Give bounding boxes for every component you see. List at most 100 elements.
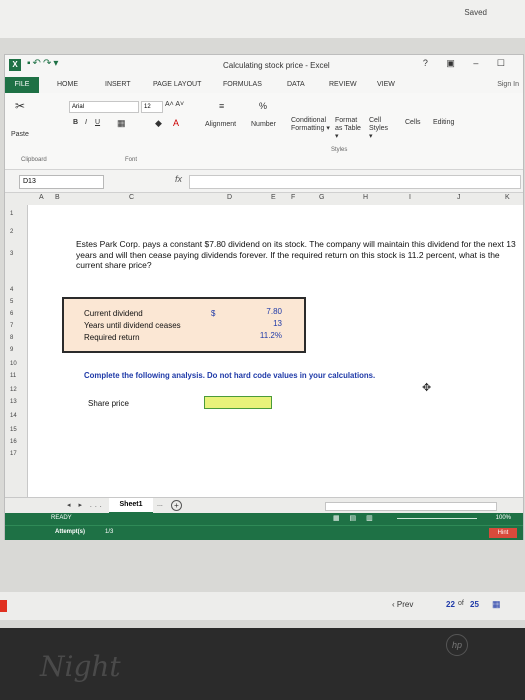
status-bar: READY ▦ ▤ ▥ 100%	[5, 513, 523, 525]
hp-logo: hp	[446, 634, 468, 656]
font-grow-shrink[interactable]: A˄ A˅	[165, 101, 184, 108]
input-value[interactable]: 7.80	[266, 307, 282, 316]
font-name-select[interactable]: Arial	[69, 101, 139, 113]
tab-page-layout[interactable]: PAGE LAYOUT	[153, 81, 201, 88]
editing-button[interactable]: Editing	[433, 119, 454, 126]
column-header[interactable]: K	[505, 194, 510, 201]
row-header[interactable]: 12	[10, 387, 17, 393]
format-as-table-button[interactable]: Format as Table ▾	[335, 117, 363, 141]
share-price-input-cell[interactable]	[204, 396, 272, 409]
quick-access-toolbar[interactable]: ▪↶↷▾	[27, 58, 60, 69]
row-header[interactable]: 17	[10, 451, 17, 457]
font-color-icon[interactable]: A	[173, 118, 179, 128]
column-header[interactable]: D	[227, 194, 232, 201]
view-mode-icons[interactable]: ▦ ▤ ▥	[333, 514, 377, 522]
fill-color-icon[interactable]: ◆	[155, 118, 162, 129]
row-header[interactable]: 13	[10, 399, 17, 405]
row-header[interactable]: 4	[10, 287, 13, 293]
question-grid-icon[interactable]: ▦	[492, 599, 501, 610]
horizontal-scrollbar[interactable]	[325, 502, 497, 511]
cell-styles-button[interactable]: Cell Styles ▾	[369, 117, 393, 141]
number-button[interactable]: Number	[251, 121, 276, 128]
column-header[interactable]: E	[271, 194, 276, 201]
cells-button[interactable]: Cells	[405, 119, 421, 126]
fx-icon[interactable]: fx	[175, 174, 182, 184]
tab-file[interactable]: FILE	[5, 77, 39, 93]
alignment-button[interactable]: Alignment	[205, 121, 236, 128]
tab-insert[interactable]: INSERT	[105, 81, 131, 88]
row-header[interactable]: 14	[10, 413, 17, 419]
styles-group-label: Styles	[331, 147, 348, 153]
prev-button[interactable]: ‹ Prev	[392, 600, 413, 609]
help-icon[interactable]: ?	[423, 58, 436, 68]
formula-bar: D13 fx	[5, 170, 523, 193]
attempts-label: Attempt(s)	[55, 529, 85, 535]
add-sheet-icon[interactable]: +	[171, 500, 182, 511]
formula-input[interactable]	[189, 175, 521, 189]
column-header[interactable]: I	[409, 194, 411, 201]
assignment-navigation: ‹ Prev 22 of 25 ▦	[0, 592, 525, 620]
column-header[interactable]: G	[319, 194, 324, 201]
paste-button[interactable]: Paste	[11, 131, 29, 138]
sheet-more-icon[interactable]: ...	[157, 501, 163, 508]
column-header[interactable]: C	[129, 194, 134, 201]
cut-icon[interactable]: ✂	[15, 99, 25, 113]
row-header[interactable]: 6	[10, 311, 13, 317]
row-header[interactable]: 1	[10, 211, 13, 217]
input-label: Current dividend	[84, 309, 143, 318]
row-header[interactable]: 7	[10, 323, 13, 329]
row-header[interactable]: 5	[10, 299, 13, 305]
total-questions: 25	[470, 600, 479, 609]
row-header[interactable]: 9	[10, 347, 13, 353]
undo-icon[interactable]: ↶	[33, 58, 43, 69]
row-headers: 1 2 3 4 5 6 7 8 9 10 11 12 13 14 15 16 1…	[5, 205, 28, 497]
cursor-move-icon: ✥	[422, 382, 432, 394]
bold-button[interactable]: B	[73, 119, 78, 126]
title-bar: X ▪↶↷▾ Calculating stock price - Excel ?…	[5, 55, 523, 77]
column-header[interactable]: H	[363, 194, 368, 201]
underline-button[interactable]: U	[95, 119, 100, 126]
conditional-formatting-button[interactable]: Conditional Formatting ▾	[291, 117, 331, 133]
tab-home[interactable]: HOME	[57, 81, 78, 88]
top-bar: Saved	[0, 0, 525, 38]
row-header[interactable]: 10	[10, 361, 17, 367]
input-value[interactable]: 13	[273, 319, 282, 328]
window-controls[interactable]: ? ▣ ‒ ☐	[423, 58, 513, 69]
row-header[interactable]: 3	[10, 251, 13, 257]
tab-view[interactable]: VIEW	[377, 81, 395, 88]
zoom-level[interactable]: 100%	[496, 515, 511, 521]
column-header[interactable]: A	[39, 194, 44, 201]
question-of-label: of	[458, 600, 464, 607]
sheet-tab-sheet1[interactable]: Sheet1	[109, 498, 153, 514]
tab-data[interactable]: DATA	[287, 81, 305, 88]
window-title: Calculating stock price - Excel	[223, 61, 330, 70]
tab-formulas[interactable]: FORMULAS	[223, 81, 262, 88]
font-size-select[interactable]: 12	[141, 101, 163, 113]
hint-button[interactable]: Hint	[489, 528, 517, 538]
row-header[interactable]: 15	[10, 427, 17, 433]
share-price-label: Share price	[88, 399, 129, 408]
sign-in-link[interactable]: Sign In	[497, 81, 519, 88]
zoom-slider[interactable]	[397, 518, 477, 519]
italic-button[interactable]: I	[85, 119, 87, 126]
borders-icon[interactable]: ▦	[117, 118, 126, 129]
red-marker	[0, 600, 7, 612]
window-control-icons[interactable]: ▣ ‒ ☐	[446, 58, 513, 68]
customize-icon[interactable]: ▾	[53, 58, 60, 69]
name-box[interactable]: D13	[19, 175, 104, 189]
column-header[interactable]: J	[457, 194, 461, 201]
alignment-icon[interactable]: ≡	[219, 101, 224, 111]
row-header[interactable]: 8	[10, 335, 13, 341]
worksheet-grid[interactable]: Estes Park Corp. pays a constant $7.80 d…	[28, 205, 523, 497]
screen: Saved X ▪↶↷▾ Calculating stock price - E…	[0, 0, 525, 628]
percent-icon[interactable]: %	[259, 101, 267, 111]
row-header[interactable]: 16	[10, 439, 17, 445]
tab-review[interactable]: REVIEW	[329, 81, 357, 88]
redo-icon[interactable]: ↷	[43, 58, 53, 69]
column-header[interactable]: B	[55, 194, 60, 201]
column-header[interactable]: F	[291, 194, 295, 201]
sheet-nav-arrows[interactable]: ◂ ▸ ...	[67, 501, 105, 509]
row-header[interactable]: 11	[10, 373, 16, 379]
input-value[interactable]: 11.2%	[260, 331, 282, 340]
row-header[interactable]: 2	[10, 229, 13, 235]
